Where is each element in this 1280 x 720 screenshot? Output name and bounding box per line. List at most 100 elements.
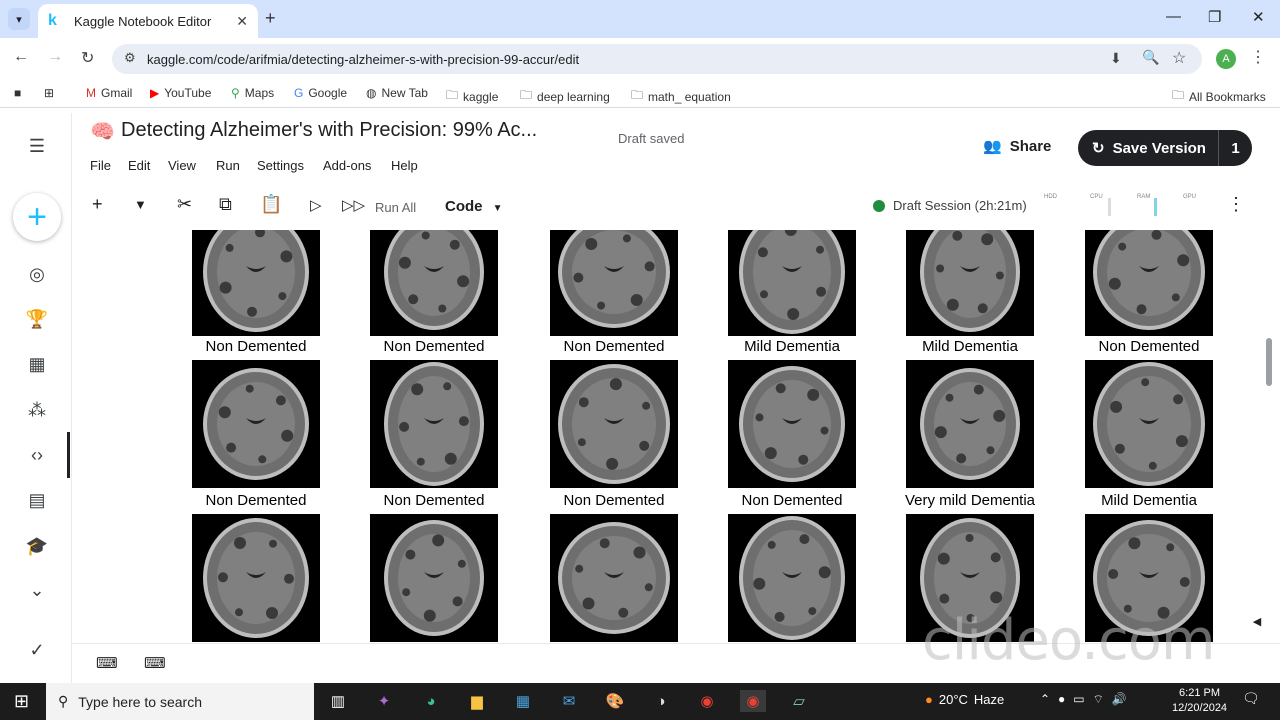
table-icon[interactable]: ▦ [24,351,50,377]
gmail-icon: M [86,86,96,100]
store-icon[interactable]: ▦ [510,690,536,712]
restore-icon[interactable]: ❐ [1208,8,1221,26]
people-icon: 👥 [983,138,1002,155]
tab-close-icon[interactable]: ✕ [236,13,248,30]
notepad-icon[interactable]: ▱ [786,690,812,712]
taskbar-search-input[interactable]: ⚲ Type here to search [46,683,314,720]
trophy-icon[interactable]: 🏆 [24,306,50,332]
url-text: kaggle.com/code/arifmia/detecting-alzhei… [147,51,580,67]
weather-widget[interactable]: ● 20°C Haze [925,692,1004,707]
console-icon[interactable]: ⌨ [96,654,118,672]
menu-add-ons[interactable]: Add-ons [323,158,371,173]
share-button[interactable]: 👥 Share [983,137,1051,156]
add-cell-dropdown-icon[interactable]: ▼ [134,197,147,212]
forward-icon[interactable]: → [47,48,63,66]
back-icon[interactable]: ← [13,48,29,66]
taskbar-clock[interactable]: 6:21 PM 12/20/2024 [1172,686,1227,716]
cut-icon[interactable]: ✂ [177,194,192,215]
gpu-meter-label: GPU [1183,194,1197,200]
folder-icon: 🗀 [1172,88,1185,102]
minimize-icon[interactable]: — [1166,8,1181,25]
hdd-meter-label: HDD [1044,194,1057,200]
bookmark-math-equation[interactable]: 🗀 math_ equation [631,86,731,107]
menu-settings[interactable]: Settings [257,158,304,173]
paint-icon[interactable]: 🎨 [602,690,628,712]
more-chevron-down-icon[interactable]: ⌄ [24,577,50,603]
hamburger-menu-icon[interactable]: ☰ [24,133,50,159]
mri-scan-image [1085,230,1213,336]
mri-scan-caption: Very mild Dementia [904,492,1036,509]
url-input[interactable]: ⚙ kaggle.com/code/arifmia/detecting-alzh… [112,44,1202,74]
apps-grid-icon[interactable]: ⊞ [44,86,54,100]
menu-file[interactable]: File [90,158,111,173]
menu-help[interactable]: Help [391,158,418,173]
menu-edit[interactable]: Edit [128,158,150,173]
chrome-menu-icon[interactable]: ⋮ [1250,47,1266,67]
tab-search-icon[interactable]: ▾ [8,8,30,30]
menu-run[interactable]: Run [216,158,240,173]
site-settings-icon[interactable]: ⚙ [124,50,136,66]
system-tray-icons[interactable]: ⌃●▭⌔🔊 [1040,692,1135,707]
bookmark-new-tab[interactable]: ◍ New Tab [366,86,428,100]
menu-view[interactable]: View [168,158,196,173]
app-icon[interactable]: ◑ [648,690,674,712]
mri-scan-image [192,230,320,336]
add-cell-icon[interactable]: + [92,194,103,215]
tab-title: Kaggle Notebook Editor [74,13,212,29]
bookmark-google[interactable]: G Google [294,86,347,100]
chrome-icon[interactable]: ◉ [694,690,720,712]
bookmark-kaggle[interactable]: 🗀 kaggle [446,86,498,107]
create-button[interactable]: + [13,193,61,241]
install-app-icon[interactable]: ⬇ [1110,50,1122,67]
close-window-icon[interactable]: ✕ [1252,8,1265,26]
edge-icon[interactable]: ◕ [418,690,444,712]
session-running-indicator [873,199,885,212]
copy-icon[interactable]: ⧉ [219,194,232,215]
discussion-icon[interactable]: ▤ [24,487,50,513]
notifications-icon[interactable]: 🗨 [1242,690,1260,707]
collapse-panel-icon[interactable]: ◀ [1245,611,1269,631]
search-icon: ⚲ [58,693,69,709]
apps-square-icon[interactable]: ■ [14,86,21,100]
run-all-button[interactable]: Run All [375,200,416,215]
reload-icon[interactable]: ↻ [81,48,94,68]
code-icon[interactable]: ‹› [24,442,50,468]
models-icon[interactable]: ⁂ [24,397,50,423]
version-count[interactable]: 1 [1218,130,1252,166]
keyboard-shortcuts-icon[interactable]: ⌨ [144,654,166,672]
run-cell-icon[interactable]: ▷ [310,196,322,214]
bookmark-gmail[interactable]: M Gmail [86,86,132,100]
mri-scan-image [1085,360,1213,488]
browser-tab[interactable]: k Kaggle Notebook Editor ✕ [38,4,258,38]
run-all-icon[interactable]: ▷▷ [342,196,365,214]
compass-icon[interactable]: ◎ [24,261,50,287]
zoom-icon[interactable]: 🔍 [1142,49,1159,66]
mri-scan-image [550,360,678,488]
file-explorer-icon[interactable]: ▆ [464,690,490,712]
mail-icon[interactable]: ✉ [556,690,582,712]
notebook-title[interactable]: Detecting Alzheimer's with Precision: 99… [121,119,537,142]
paste-icon[interactable]: 📋 [260,194,282,215]
windows-start-icon[interactable]: ⊞ [14,691,29,712]
folder-icon: 🗀 [520,88,533,102]
more-options-icon[interactable]: ⋮ [1227,194,1245,215]
copilot-icon[interactable]: ✦ [371,690,397,712]
learn-icon[interactable]: 🎓 [24,533,50,559]
session-status[interactable]: Draft Session (2h:21m) [873,198,1027,213]
chrome-active-icon[interactable]: ◉ [740,690,766,712]
vertical-scrollbar[interactable] [1266,338,1272,386]
weather-icon: ● [925,692,933,707]
all-bookmarks[interactable]: 🗀 All Bookmarks [1172,86,1266,107]
bookmark-maps[interactable]: ⚲ Maps [231,86,274,100]
progress-check-icon[interactable]: ✓ [24,637,50,663]
new-tab-icon[interactable]: + [265,8,276,29]
bookmark-deep-learning[interactable]: 🗀 deep learning [520,86,610,107]
globe-icon: ◍ [366,86,377,100]
bookmark-youtube[interactable]: ▶ YouTube [150,86,211,100]
save-version-button[interactable]: ↻ Save Version 1 [1078,130,1252,166]
mri-scan-caption: Non Demented [205,492,307,509]
task-view-icon[interactable]: ▥ [325,690,351,712]
cell-type-select[interactable]: Code ▼ [445,198,503,215]
bookmark-star-icon[interactable]: ☆ [1172,48,1186,68]
profile-avatar[interactable]: A [1216,49,1236,69]
